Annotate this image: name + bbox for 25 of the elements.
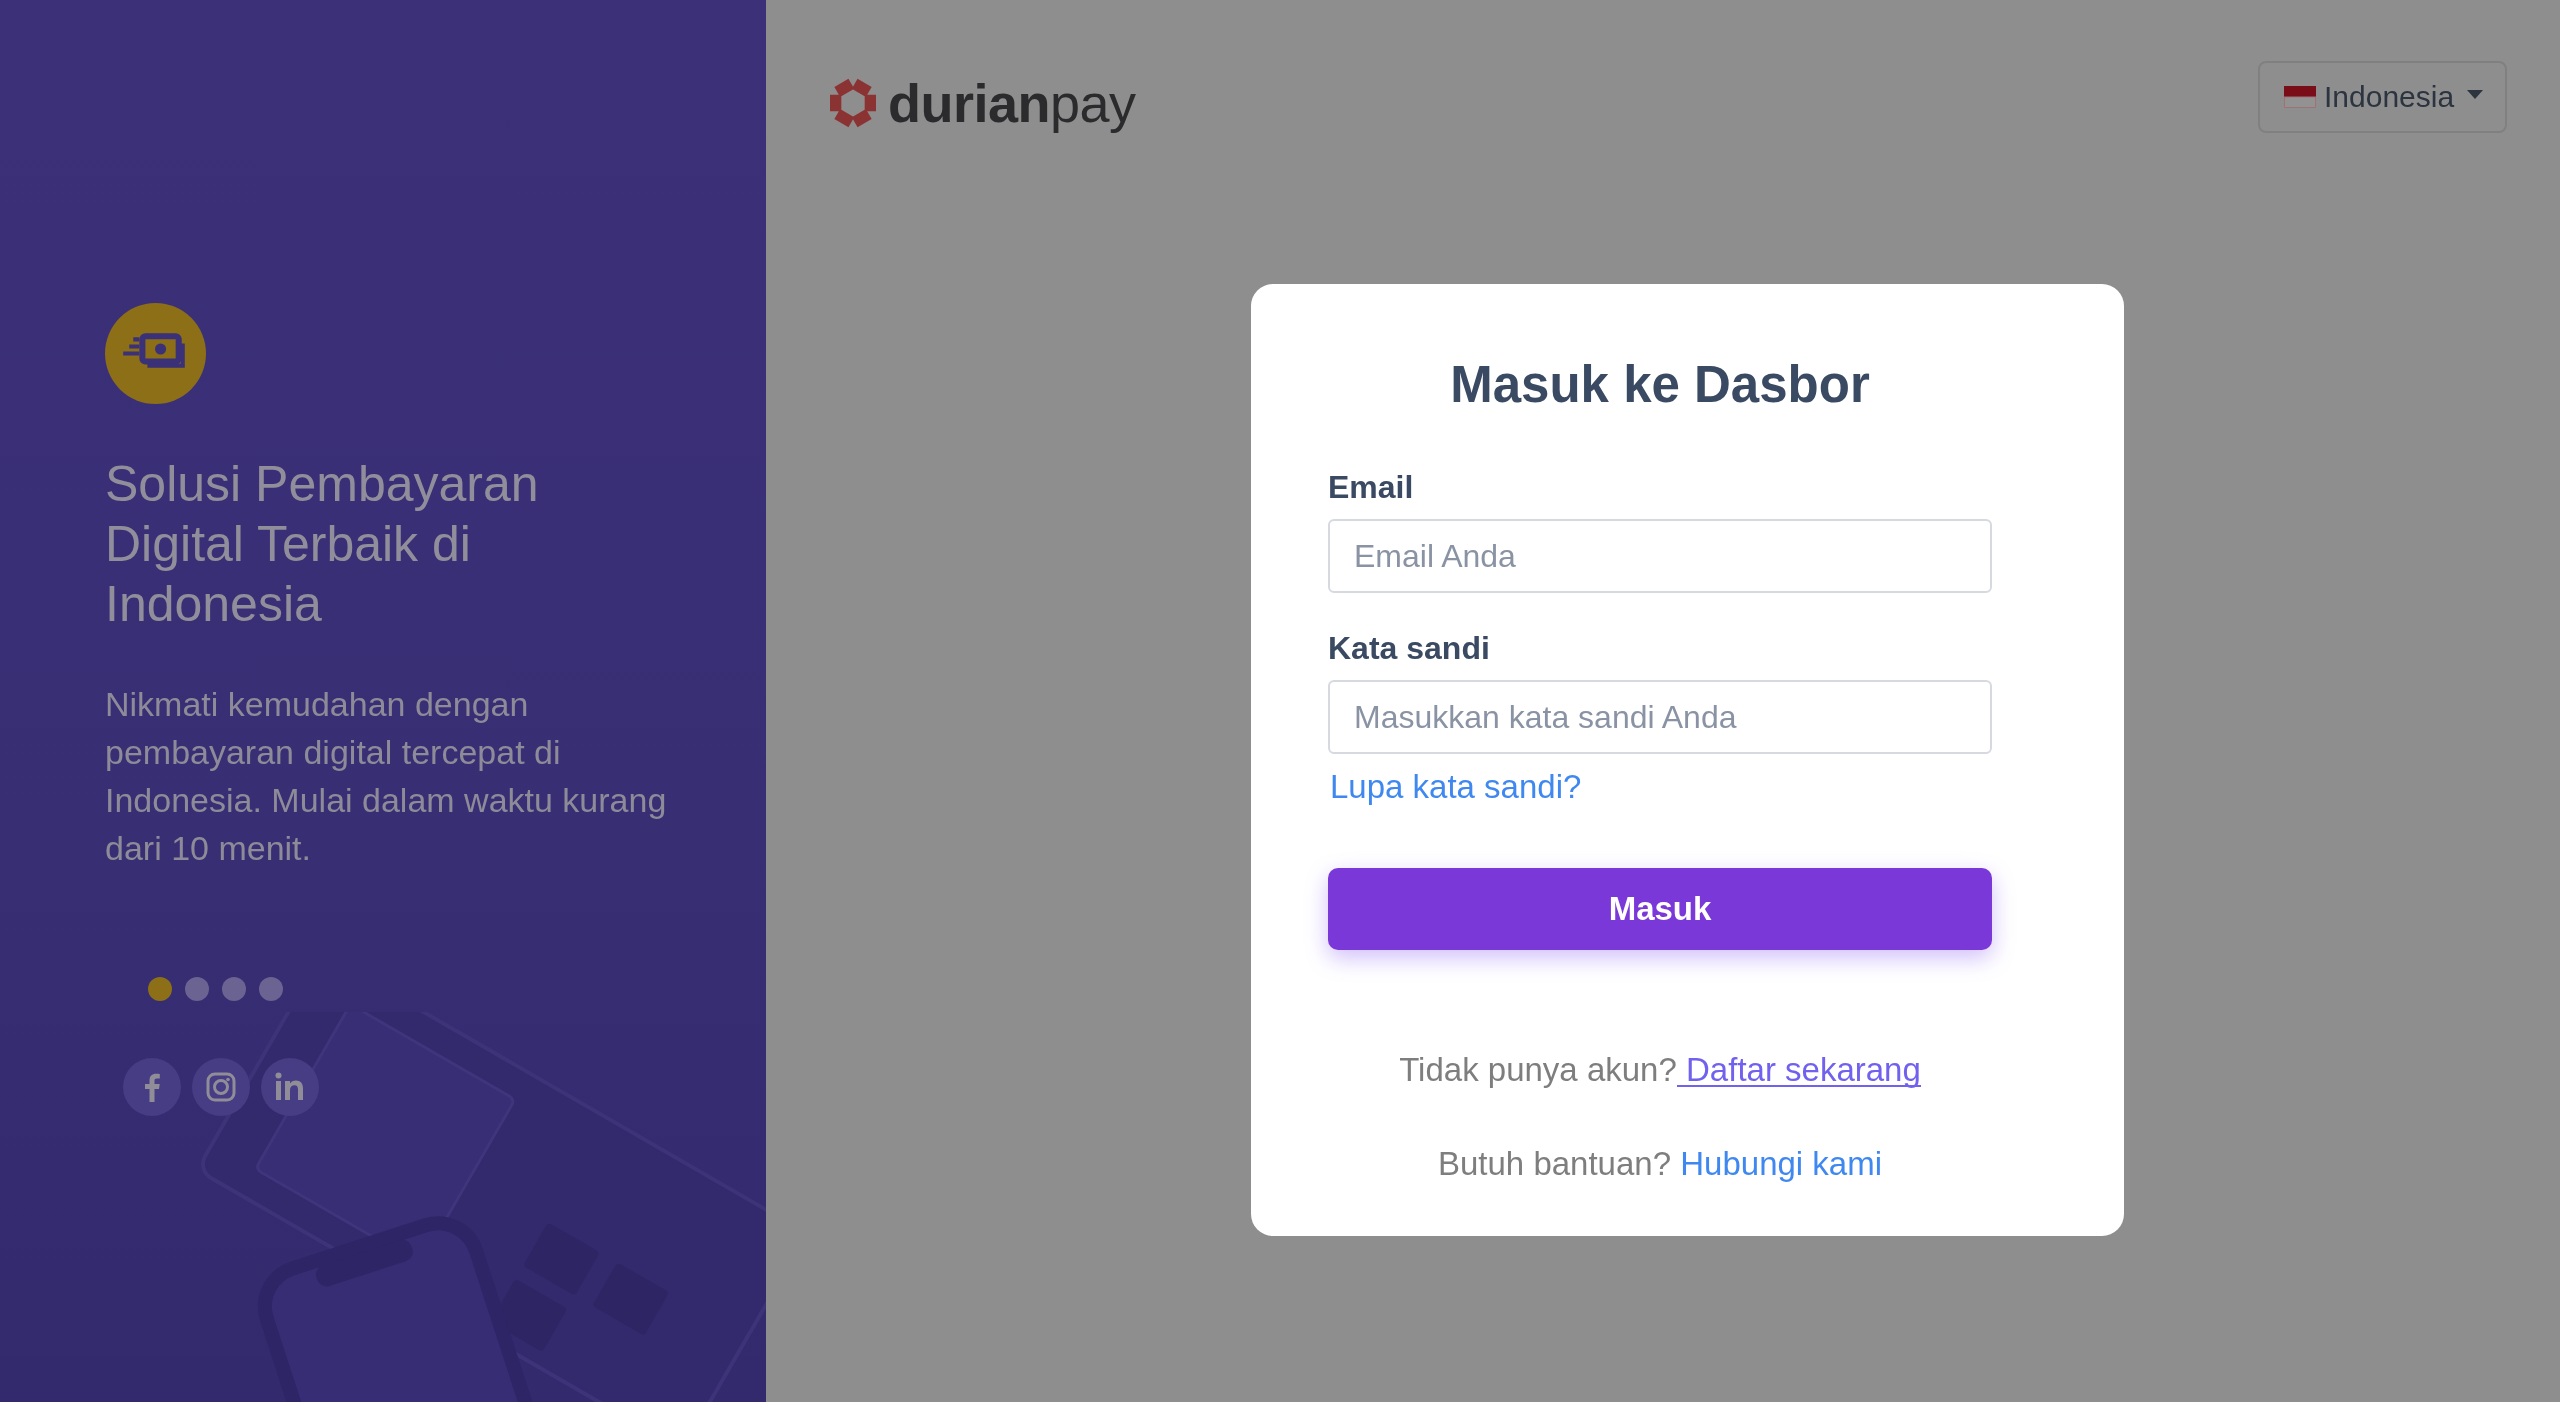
carousel-dot[interactable] <box>185 977 209 1001</box>
linkedin-icon[interactable] <box>261 1058 319 1116</box>
field-label: Kata sandi <box>1328 629 1491 668</box>
field-label: Email <box>1328 468 1415 507</box>
input-field[interactable]: Email Anda <box>1328 519 1992 593</box>
forgot-password-link[interactable]: Lupa kata sandi? <box>1330 767 1582 807</box>
help-prompt: Butuh bantuan? <box>1437 1144 1671 1184</box>
instagram-icon[interactable] <box>192 1058 250 1116</box>
signup-prompt: Tidak punya akun? <box>1399 1050 1677 1090</box>
flag-icon <box>2284 86 2316 108</box>
carousel-dot[interactable] <box>222 977 246 1001</box>
caret-icon <box>2467 89 2483 99</box>
language-dropdown[interactable]: Indonesia <box>2258 61 2507 133</box>
card-title: Masuk ke Dasbor <box>1449 355 1871 415</box>
promo-heading: Solusi Pembayaran Digital Terbaik di Indonesia <box>105 455 540 634</box>
facebook-icon[interactable] <box>123 1058 181 1116</box>
carousel-dot[interactable] <box>259 977 283 1001</box>
logo-icon <box>830 76 876 130</box>
input-field[interactable]: Masukkan kata sandi Anda <box>1328 680 1992 754</box>
submit-button[interactable]: Masuk <box>1328 868 1992 950</box>
logo-text: durianpay <box>888 73 1136 133</box>
carousel-dot[interactable] <box>148 977 172 1001</box>
contact-link[interactable]: Hubungi kami <box>1680 1144 1883 1184</box>
promo-description: Nikmati kemudahan dengan pembayaran digital tercepat di Indonesia. Mulai dalam waktu kurang dari 10 menit. <box>105 684 668 869</box>
money-icon <box>105 303 206 404</box>
